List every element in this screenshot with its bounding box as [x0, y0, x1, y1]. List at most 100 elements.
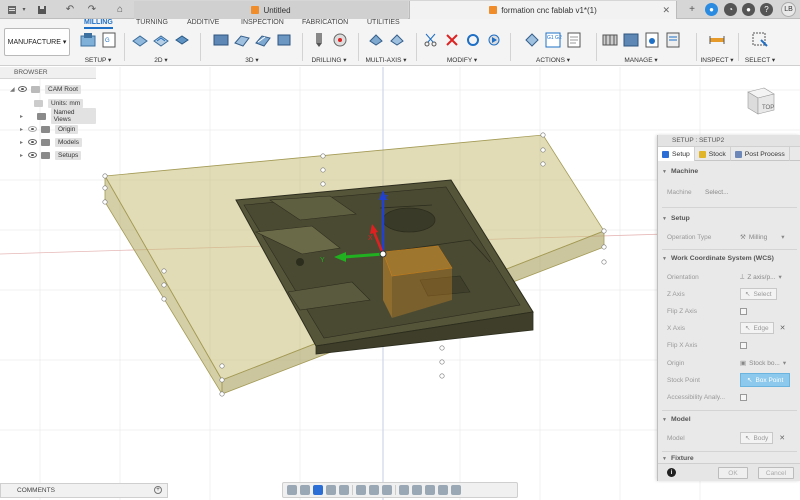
chevron-down-icon[interactable]: ▾: [20, 3, 28, 16]
clear-selection-icon[interactable]: ✕: [780, 324, 786, 332]
manage-group[interactable]: MANAGE ▾: [598, 29, 684, 65]
user-avatar[interactable]: LB: [781, 2, 796, 17]
2d-adaptive-icon[interactable]: [152, 31, 170, 49]
tab-stock[interactable]: Stock: [695, 147, 731, 161]
browser-header[interactable]: BROWSER: [0, 67, 96, 79]
clear-selection-icon[interactable]: ✕: [779, 434, 785, 442]
2d-group[interactable]: 2D ▾: [128, 29, 194, 65]
expand-icon[interactable]: ▸: [20, 113, 28, 120]
notifications-icon[interactable]: ●: [742, 3, 755, 16]
orbit-icon[interactable]: [287, 485, 297, 495]
stock-point-select-button[interactable]: ↖ Box Point: [740, 373, 791, 387]
scissors-icon[interactable]: [422, 31, 440, 49]
section-fixture[interactable]: ▼ Fixture: [662, 455, 694, 462]
zoom-icon[interactable]: [326, 485, 336, 495]
info-icon[interactable]: i: [667, 468, 676, 477]
expand-icon[interactable]: ▸: [20, 152, 28, 159]
tree-item-models[interactable]: ▸ Models: [20, 136, 82, 148]
tree-item-setups[interactable]: ▸ Setups: [20, 149, 82, 161]
visibility-eye-icon[interactable]: [18, 86, 27, 92]
ok-button[interactable]: OK: [718, 467, 748, 479]
machine-library-icon[interactable]: [664, 31, 682, 49]
contour-3d-icon[interactable]: [275, 31, 293, 49]
3d-adaptive-icon[interactable]: [212, 31, 230, 49]
measure-icon[interactable]: [708, 31, 726, 49]
display-settings-icon[interactable]: [356, 485, 366, 495]
parallel-icon[interactable]: [254, 31, 272, 49]
new-tab-button[interactable]: +: [686, 3, 698, 16]
redo-icon[interactable]: ↷: [86, 3, 98, 16]
collapse-icon[interactable]: ▼: [662, 456, 667, 462]
undo-icon[interactable]: ↶: [64, 3, 76, 16]
simulate-icon[interactable]: [523, 31, 541, 49]
select-icon[interactable]: [751, 31, 769, 49]
flip-z-checkbox[interactable]: [740, 307, 747, 315]
setup-sheet-doc-icon[interactable]: [565, 31, 583, 49]
delete-icon[interactable]: [443, 31, 461, 49]
multi-axis-group[interactable]: MULTI-AXIS ▾: [360, 29, 412, 65]
multi-axis-contour-icon[interactable]: [388, 31, 406, 49]
pocket-clearing-icon[interactable]: [233, 31, 251, 49]
save-icon[interactable]: [36, 3, 48, 16]
expand-icon[interactable]: ▸: [20, 139, 28, 146]
section-model[interactable]: ▼ Model: [662, 416, 691, 423]
actions-group[interactable]: G1 G2 ACTIONS ▾: [512, 29, 594, 65]
flip-x-checkbox[interactable]: [740, 341, 747, 349]
swarf-icon[interactable]: [367, 31, 385, 49]
comments-bar[interactable]: COMMENTS +: [0, 483, 168, 498]
tab-setup[interactable]: Setup: [658, 147, 695, 161]
visibility-eye-icon[interactable]: [28, 152, 37, 158]
viewports-icon[interactable]: [382, 485, 392, 495]
post-process-icon[interactable]: G1 G2: [544, 31, 562, 49]
visibility-eye-icon[interactable]: [28, 139, 37, 145]
dialog-header[interactable]: SETUP : SETUP2: [658, 135, 800, 147]
accessibility-checkbox[interactable]: [740, 393, 747, 401]
home-icon[interactable]: ⌂: [114, 3, 126, 16]
extensions-icon[interactable]: ●: [705, 3, 718, 16]
help-icon[interactable]: ?: [760, 3, 773, 16]
tab-additive[interactable]: ADDITIVE: [187, 19, 219, 29]
collapse-icon[interactable]: ▼: [662, 417, 667, 423]
section-setup[interactable]: ▼ Setup: [662, 215, 690, 222]
tab-turning[interactable]: TURNING: [136, 19, 168, 29]
collapse-icon[interactable]: ▼: [662, 216, 667, 222]
template-library-icon[interactable]: [622, 31, 640, 49]
drilling-group[interactable]: DRILLING ▾: [304, 29, 354, 65]
workspace-switcher[interactable]: MANUFACTURE ▾: [4, 28, 70, 56]
pan-icon[interactable]: [313, 485, 323, 495]
document-tab-active[interactable]: formation cnc fablab v1*(1) ✕: [409, 1, 677, 19]
tab-utilities[interactable]: UTILITIES: [367, 19, 400, 29]
setup-group[interactable]: G SETUP ▾: [78, 29, 118, 65]
inspect-group[interactable]: INSPECT ▾: [698, 29, 736, 65]
origin-dropdown[interactable]: ▣ Stock bo... ▾: [740, 359, 786, 368]
tree-item-origin[interactable]: ▸ Origin: [20, 123, 79, 135]
look-at-icon[interactable]: [300, 485, 310, 495]
tab-inspection[interactable]: INSPECTION: [241, 19, 284, 29]
visibility-eye-icon[interactable]: [28, 126, 37, 132]
2d-contour-icon[interactable]: [173, 31, 191, 49]
tab-post-process[interactable]: Post Process: [731, 147, 790, 161]
cancel-button[interactable]: Cancel: [758, 467, 794, 479]
orientation-dropdown[interactable]: ⟂ Z axis/p... ▾: [740, 273, 782, 281]
generate-icon[interactable]: [485, 31, 503, 49]
orbit-free-icon[interactable]: [399, 485, 409, 495]
operation-type-dropdown[interactable]: ⚒ Milling ▾: [740, 233, 785, 242]
section-analysis-icon[interactable]: [412, 485, 422, 495]
tree-item-cam-root[interactable]: ◢ CAM Root: [10, 83, 81, 95]
z-axis-select-button[interactable]: ↖ Select: [740, 288, 777, 300]
viewcube[interactable]: TOP: [742, 82, 778, 118]
select-group[interactable]: SELECT ▾: [740, 29, 780, 65]
modify-group[interactable]: MODIFY ▾: [418, 29, 506, 65]
regenerate-icon[interactable]: [464, 31, 482, 49]
toolpath-icon[interactable]: [451, 485, 461, 495]
file-menu-icon[interactable]: [6, 3, 18, 16]
fit-icon[interactable]: [339, 485, 349, 495]
tab-milling[interactable]: MILLING: [84, 19, 113, 29]
material-icon[interactable]: [425, 485, 435, 495]
grid-settings-icon[interactable]: [369, 485, 379, 495]
job-status-icon[interactable]: ◔: [724, 3, 737, 16]
expand-icon[interactable]: ▸: [20, 126, 28, 133]
document-tab-untitled[interactable]: Untitled: [134, 1, 408, 19]
section-machine[interactable]: ▼ Machine: [662, 168, 698, 175]
add-comment-button[interactable]: +: [154, 486, 162, 494]
